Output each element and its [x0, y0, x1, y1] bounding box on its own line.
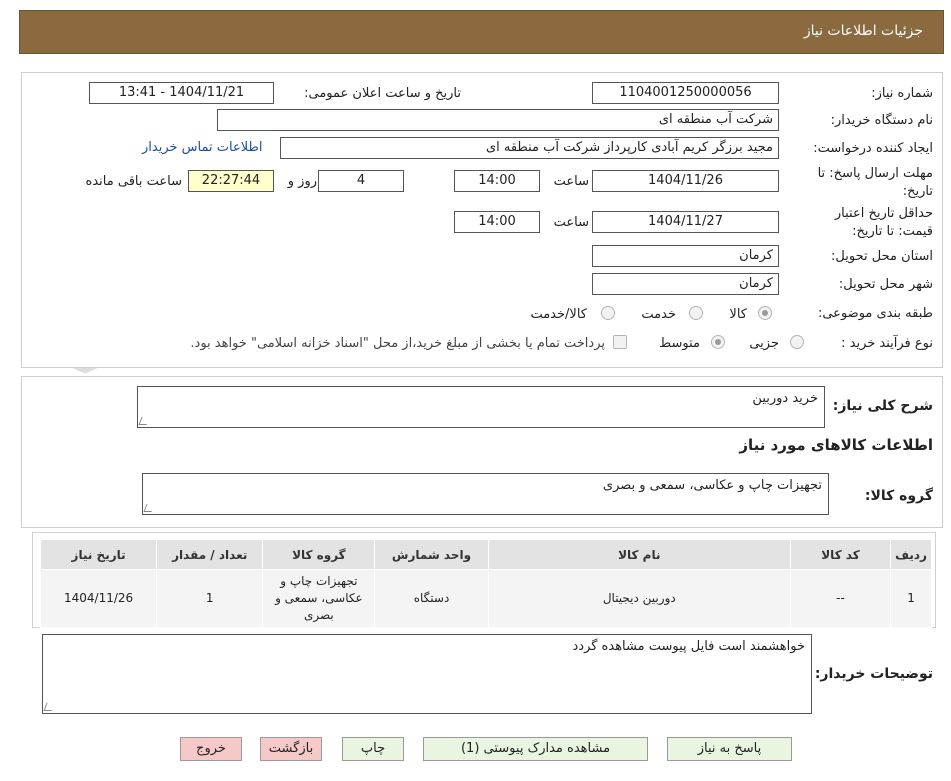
validity-date-field: 1404/11/27: [592, 211, 779, 233]
validity-label: حداقل تاریخ اعتبار: [834, 206, 933, 221]
process-option-medium: متوسط: [659, 336, 700, 351]
announce-datetime-field: 1404/11/21 - 13:41: [89, 82, 274, 104]
items-table: ردیف کد کالا نام کالا واحد شمارش گروه کا…: [39, 539, 932, 628]
validity-time-word: ساعت: [553, 215, 589, 230]
buyer-notes-label: توضیحات خریدار:: [814, 666, 933, 682]
cell-row-number: 1: [890, 569, 932, 628]
remaining-time-field: 22:27:44: [188, 170, 274, 192]
buyer-notes-text: خواهشمند است فایل پیوست مشاهده گردد: [572, 639, 805, 654]
announce-datetime-label: تاریخ و ساعت اعلان عمومی:: [304, 86, 461, 101]
resize-handle-icon[interactable]: [138, 417, 150, 425]
exit-button[interactable]: خروج: [180, 737, 242, 761]
deadline-label-line2: تاریخ:: [902, 184, 933, 199]
creator-field: مجید برزگر کریم آبادی کارپرداز شرکت آب م…: [280, 137, 779, 159]
deadline-time-field: 14:00: [454, 170, 540, 192]
reply-to-need-button[interactable]: پاسخ به نیاز: [667, 737, 792, 761]
buyer-contact-link[interactable]: اطلاعات تماس خریدار: [142, 140, 262, 155]
col-need-date: تاریخ نیاز: [39, 539, 158, 570]
deadline-date-field: 1404/11/26: [592, 170, 779, 192]
process-type-label: نوع فرآیند خرید :: [841, 336, 933, 351]
col-quantity: تعداد / مقدار: [156, 539, 264, 570]
creator-label: ایجاد کننده درخواست:: [813, 141, 933, 156]
need-number-field: 1104001250000056: [592, 82, 779, 104]
items-table-header-row: ردیف کد کالا نام کالا واحد شمارش گروه کا…: [39, 539, 932, 570]
days-remaining-field: 4: [318, 170, 404, 192]
items-section-title: اطلاعات کالاهای مورد نیاز: [739, 436, 933, 454]
need-description-text: خرید دوربین: [752, 391, 818, 406]
resize-handle-icon[interactable]: [143, 504, 155, 512]
need-description-label: شرح کلی نیاز:: [832, 398, 933, 414]
buyer-org-label: نام دستگاه خریدار:: [830, 113, 933, 128]
goods-group-label: گروه کالا:: [864, 488, 933, 504]
validity-time-field: 14:00: [454, 211, 540, 233]
category-option-goods: کالا: [729, 307, 747, 322]
col-goods-group: گروه کالا: [262, 539, 376, 570]
days-word: روز و: [287, 174, 317, 189]
cell-quantity: 1: [156, 569, 264, 628]
cell-goods-group: تجهیزات چاپ و عکاسی، سمعی و بصری: [262, 569, 376, 628]
treasury-payment-note: پرداخت تمام یا بخشی از مبلغ خرید،از محل …: [190, 336, 605, 351]
deadline-time-word: ساعت: [553, 174, 589, 189]
col-unit: واحد شمارش: [374, 539, 489, 570]
page-title: جزئیات اطلاعات نیاز: [803, 23, 923, 39]
deadline-label: مهلت ارسال پاسخ: تا: [817, 166, 933, 181]
cell-unit: دستگاه: [374, 569, 489, 628]
validity-label-line2: قیمت: تا تاریخ:: [852, 224, 933, 239]
cell-item-name: دوربین دیجیتال: [487, 569, 791, 628]
col-row-number: ردیف: [890, 539, 932, 570]
table-row: 1 -- دوربین دیجیتال دستگاه تجهیزات چاپ و…: [39, 569, 932, 628]
category-radio-goods[interactable]: [758, 306, 772, 320]
category-radio-goods-service[interactable]: [601, 306, 615, 320]
need-number-label: شماره نیاز:: [871, 86, 933, 101]
city-label: شهر محل تحویل:: [838, 277, 933, 292]
view-attachments-button[interactable]: مشاهده مدارک پیوستی (1): [423, 737, 648, 761]
print-button[interactable]: چاپ: [342, 737, 404, 761]
city-field: کرمان: [592, 273, 779, 295]
category-radio-service[interactable]: [689, 306, 703, 320]
cell-need-date: 1404/11/26: [39, 569, 158, 628]
category-label: طبقه بندی موضوعی:: [817, 306, 933, 321]
category-option-goods-service: کالا/خدمت: [530, 307, 587, 322]
col-item-name: نام کالا: [487, 539, 791, 570]
buyer-org-field: شرکت آب منطقه ای: [217, 109, 779, 131]
remaining-time-word: ساعت باقی مانده: [85, 174, 182, 189]
process-option-minor: جزیی: [749, 336, 779, 351]
buyer-notes-field: خواهشمند است فایل پیوست مشاهده گردد: [42, 634, 812, 714]
province-field: کرمان: [592, 245, 779, 267]
need-description-field: خرید دوربین: [137, 386, 825, 428]
province-label: استان محل تحویل:: [831, 249, 933, 264]
treasury-payment-checkbox[interactable]: [613, 335, 627, 349]
goods-group-text: تجهیزات چاپ و عکاسی، سمعی و بصری: [602, 478, 822, 493]
process-radio-minor[interactable]: [790, 335, 804, 349]
process-radio-medium[interactable]: [711, 335, 725, 349]
category-option-service: خدمت: [641, 307, 676, 322]
goods-group-field: تجهیزات چاپ و عکاسی، سمعی و بصری: [142, 473, 829, 515]
cell-item-code: --: [789, 569, 892, 628]
resize-handle-icon[interactable]: [43, 703, 55, 711]
page-header-bar: جزئیات اطلاعات نیاز: [19, 10, 944, 54]
col-item-code: کد کالا: [789, 539, 892, 570]
back-button[interactable]: بازگشت: [260, 737, 322, 761]
